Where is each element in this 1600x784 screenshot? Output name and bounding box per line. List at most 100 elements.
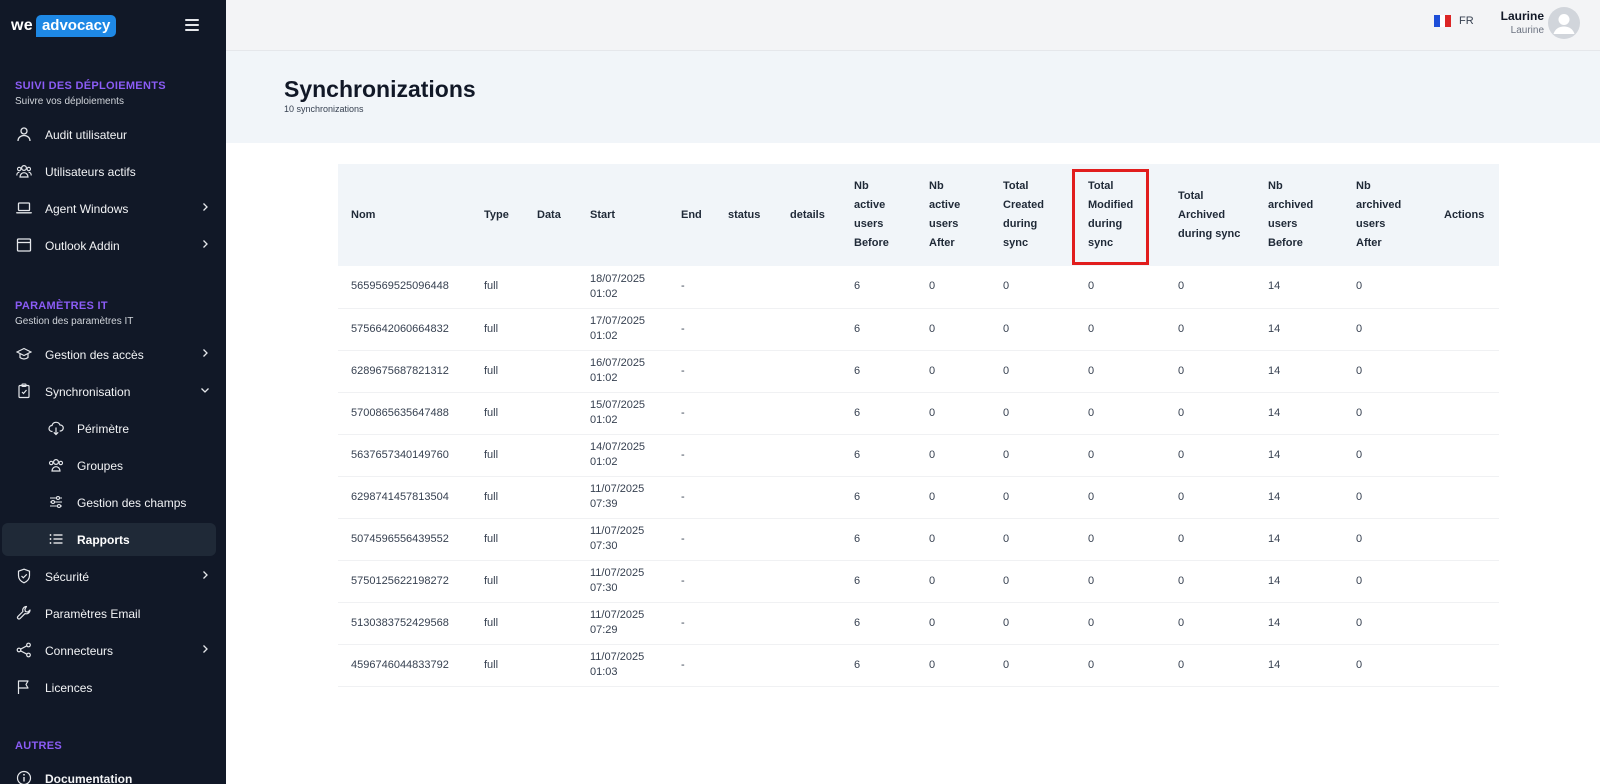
cell-archived-before: 14 [1255, 350, 1343, 393]
cell-details [777, 392, 841, 435]
cell-data [524, 434, 577, 477]
sidebar-item-gestion-des-champs[interactable]: Gestion des champs [2, 486, 216, 519]
sidebar-item-utilisateurs-actifs[interactable]: Utilisateurs actifs [2, 155, 216, 188]
table-row[interactable]: 6289675687821312 full 16/07/2025 01:02-6 0 0… [338, 350, 1499, 393]
section-title-deploiements: SUIVI DES DÉPLOIEMENTS [15, 80, 166, 92]
page-title: Synchronizations [284, 76, 476, 102]
col-header-total-created[interactable]: Total Created during sync [990, 164, 1075, 266]
avatar[interactable] [1548, 7, 1580, 39]
sidebar-item-label: Synchronisation [45, 384, 131, 399]
col-header-status[interactable]: status [715, 164, 777, 266]
cell-details [777, 644, 841, 687]
cell-total-modified: 0 [1075, 602, 1165, 645]
cell-active-before: 6 [841, 602, 916, 645]
france-flag-icon [1434, 15, 1452, 27]
top-bar: FR Laurine Laurine [226, 0, 1600, 51]
cell-active-before: 6 [841, 308, 916, 351]
cell-actions [1431, 518, 1499, 561]
sidebar-item-parametres-email[interactable]: Paramètres Email [2, 597, 216, 630]
col-header-nom[interactable]: Nom [338, 164, 471, 266]
cell-actions [1431, 560, 1499, 603]
cell-type: full [471, 266, 524, 309]
sidebar-item-agent-windows[interactable]: Agent Windows [2, 192, 216, 225]
laptop-icon [16, 202, 32, 214]
cell-status [715, 476, 777, 519]
cell-status [715, 644, 777, 687]
cell-details [777, 560, 841, 603]
sidebar-item-outlook-addin[interactable]: Outlook Addin [2, 229, 216, 262]
table-row[interactable]: 4596746044833792 full 11/07/2025 01:03-6 0 0… [338, 644, 1499, 687]
sidebar-item-audit-utilisateur[interactable]: Audit utilisateur [2, 118, 216, 151]
cell-archived-after: 0 [1343, 644, 1431, 687]
cell-active-after: 0 [916, 434, 990, 477]
col-header-total-modified[interactable]: Total Modified during sync [1075, 164, 1165, 266]
brand-logo-we: we [11, 17, 33, 34]
cell-details [777, 434, 841, 477]
sidebar-item-label: Sécurité [45, 569, 90, 584]
cell-active-after: 0 [916, 602, 990, 645]
cell-nom: 4596746044833792 [338, 644, 471, 687]
cell-data [524, 560, 577, 603]
cell-total-archived: 0 [1165, 434, 1255, 477]
sidebar-item-securite[interactable]: Sécurité [2, 560, 216, 593]
cell-total-modified: 0 [1075, 518, 1165, 561]
cell-end: - [668, 350, 715, 393]
cell-start: 16/07/2025 01:02 [577, 350, 668, 393]
table-row[interactable]: 5637657340149760 full 14/07/2025 01:02-6 0 0… [338, 434, 1499, 477]
cell-active-after: 0 [916, 644, 990, 687]
chevron-right-icon [203, 349, 208, 357]
cell-active-after: 0 [916, 518, 990, 561]
cell-nom: 5659569525096448 [338, 266, 471, 309]
cell-nom: 5074596556439552 [338, 518, 471, 561]
cell-archived-before: 14 [1255, 518, 1343, 561]
table-row[interactable]: 5659569525096448 full 18/07/2025 01:02-6 0 0… [338, 266, 1499, 309]
sidebar-item-connecteurs[interactable]: Connecteurs [2, 634, 216, 667]
share-icon [16, 642, 31, 658]
cell-type: full [471, 434, 524, 477]
cell-nom: 6298741457813504 [338, 476, 471, 519]
sidebar-item-rapports[interactable]: Rapports [2, 523, 216, 556]
cell-end: - [668, 392, 715, 435]
sidebar-item-documentation[interactable]: Documentation [2, 762, 216, 784]
table-row[interactable]: 5074596556439552 full 11/07/2025 07:30-6 0 0… [338, 518, 1499, 561]
cell-status [715, 602, 777, 645]
user-avatar-icon [1553, 14, 1575, 34]
cell-archived-after: 0 [1343, 560, 1431, 603]
sidebar-item-groupes[interactable]: Groupes [2, 449, 216, 482]
cell-status [715, 392, 777, 435]
sidebar-item-label: Audit utilisateur [45, 127, 128, 142]
col-header-archived-before[interactable]: Nb archived users Before [1255, 164, 1343, 266]
chevron-down-icon [201, 388, 209, 393]
sidebar-item-perimetre[interactable]: Périmètre [2, 412, 216, 445]
table-row[interactable]: 6298741457813504 full 11/07/2025 07:39-6 0 0… [338, 476, 1499, 519]
col-header-data[interactable]: Data [524, 164, 577, 266]
cell-total-created: 0 [990, 308, 1075, 351]
col-header-active-before[interactable]: Nb active users Before [841, 164, 916, 266]
col-header-total-archived[interactable]: Total Archived during sync [1165, 164, 1255, 266]
brand-logo[interactable]: we advocacy [11, 14, 117, 38]
chevron-right-icon [203, 240, 208, 248]
menu-toggle-icon[interactable] [185, 19, 199, 31]
cell-total-archived: 0 [1165, 476, 1255, 519]
col-header-archived-after[interactable]: Nb archived users After [1343, 164, 1431, 266]
cell-total-modified: 0 [1075, 560, 1165, 603]
table-row[interactable]: 5756642060664832 full 17/07/2025 01:02-6 0 0… [338, 308, 1499, 351]
col-header-details[interactable]: details [777, 164, 841, 266]
cell-status [715, 434, 777, 477]
col-header-type[interactable]: Type [471, 164, 524, 266]
sidebar-item-gestion-des-acces[interactable]: Gestion des accès [2, 338, 216, 371]
sidebar-item-synchronisation[interactable]: Synchronisation [2, 375, 216, 408]
col-header-end[interactable]: End [668, 164, 715, 266]
cell-total-modified: 0 [1075, 392, 1165, 435]
cell-status [715, 518, 777, 561]
sidebar-item-licences[interactable]: Licences [2, 671, 216, 704]
col-header-active-after[interactable]: Nb active users After [916, 164, 990, 266]
user-name[interactable]: Laurine [1458, 9, 1544, 23]
table-row[interactable]: 5700865635647488 full 15/07/2025 01:02-6 0 0… [338, 392, 1499, 435]
table-row[interactable]: 5750125622198272 full 11/07/2025 07:30-6 0 0… [338, 560, 1499, 603]
cell-status [715, 350, 777, 393]
table-row[interactable]: 5130383752429568 full 11/07/2025 07:29-6 0 0… [338, 602, 1499, 645]
section-subtitle-deploiements: Suivre vos déploiements [15, 96, 124, 107]
chevron-right-icon [203, 571, 208, 579]
col-header-start[interactable]: Start [577, 164, 668, 266]
